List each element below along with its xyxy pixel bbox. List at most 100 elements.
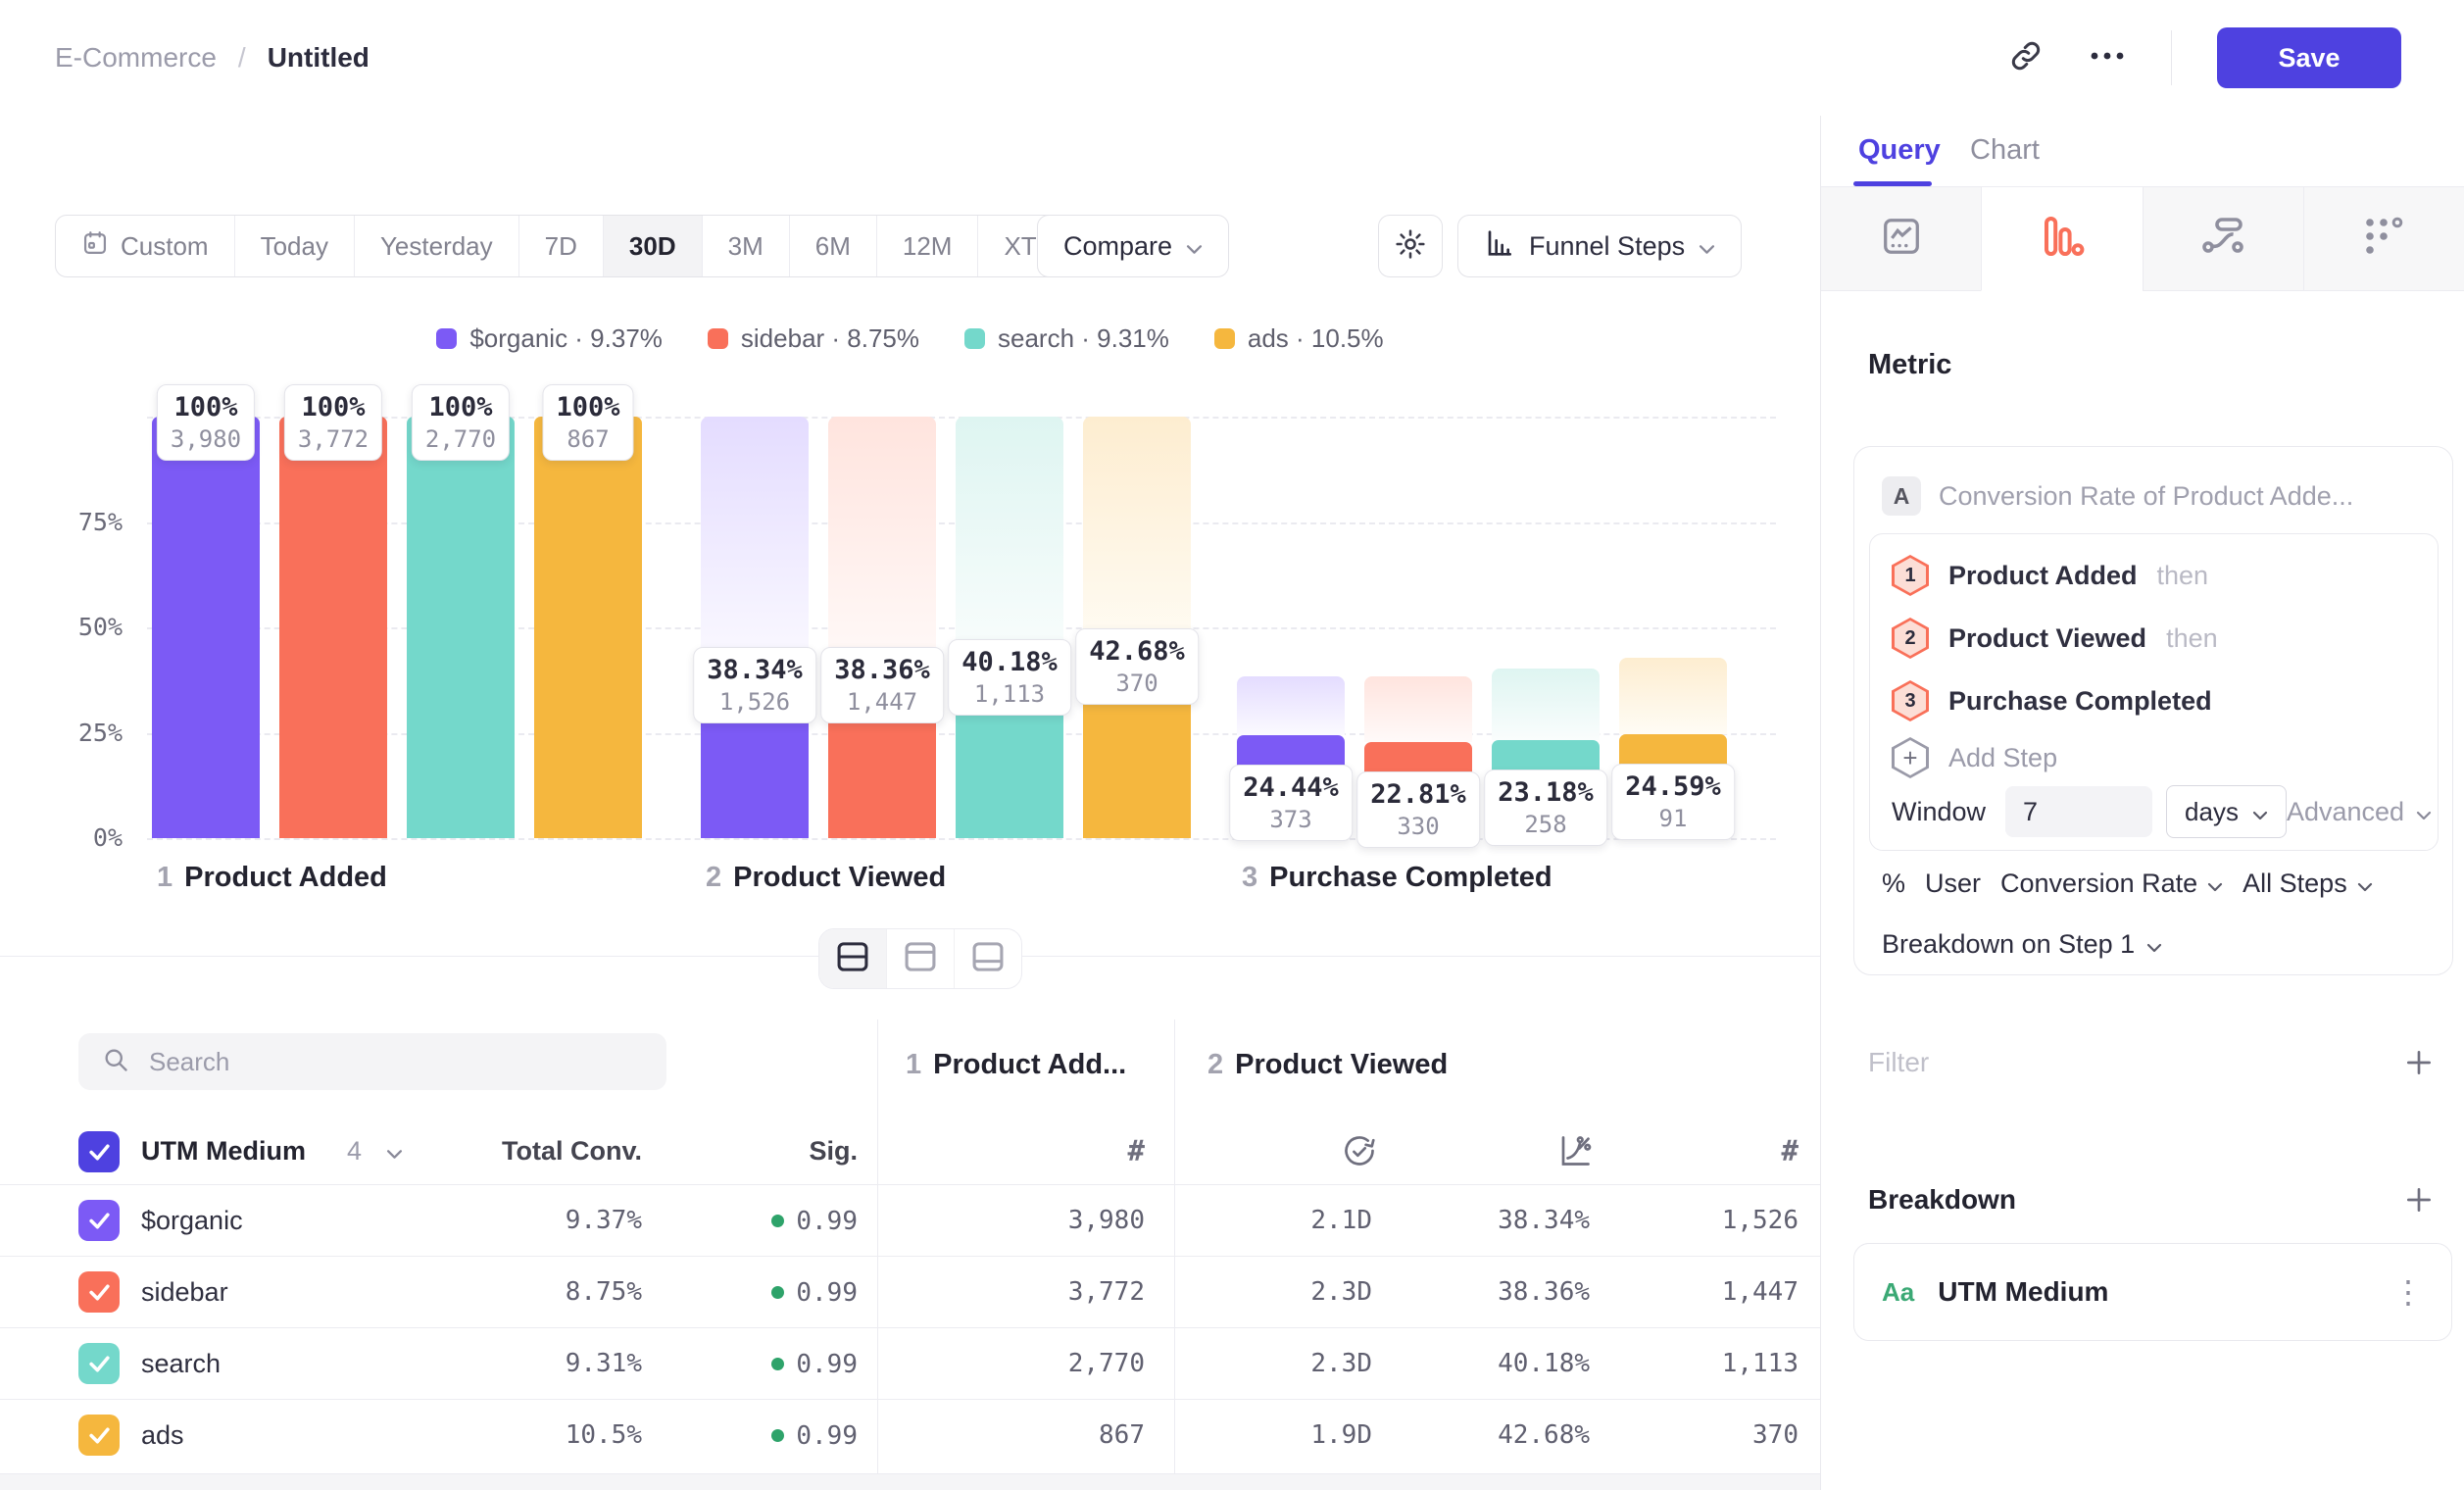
- funnel-bar-ads[interactable]: [534, 417, 642, 838]
- metric-heading: Metric: [1868, 349, 1951, 381]
- compare-button[interactable]: Compare: [1037, 215, 1229, 277]
- funnel-bar-sidebar[interactable]: [279, 417, 387, 838]
- advanced-toggle[interactable]: Advanced: [2287, 797, 2432, 827]
- report-tab-insights[interactable]: [1821, 187, 1981, 291]
- measure-entity[interactable]: User: [1925, 869, 1981, 899]
- window-unit-select[interactable]: days: [2166, 785, 2287, 838]
- row-checkbox[interactable]: [78, 1271, 120, 1313]
- settings-button[interactable]: [1378, 215, 1443, 277]
- date-range-3m[interactable]: 3M: [702, 216, 789, 276]
- breadcrumb-title[interactable]: Untitled: [268, 42, 370, 74]
- bar-percent: 100%: [171, 392, 241, 422]
- more-options-button[interactable]: [2089, 49, 2126, 67]
- table-row-organic[interactable]: $organic9.37%0.993,9802.1D38.34%1,526: [0, 1184, 1820, 1256]
- layout-split-button[interactable]: [819, 929, 886, 988]
- step-label: 3Purchase Completed: [1242, 862, 1552, 894]
- date-range-7d[interactable]: 7D: [518, 216, 603, 276]
- count-column-icon[interactable]: #: [1128, 1118, 1145, 1184]
- funnel-bar-organic[interactable]: [152, 417, 260, 838]
- table-row-search[interactable]: search9.31%0.992,7702.3D40.18%1,113: [0, 1327, 1820, 1399]
- row-significance: 0.99: [771, 1185, 858, 1257]
- bar-value-label: 100%867: [542, 384, 633, 461]
- copy-link-button[interactable]: [2008, 38, 2044, 78]
- step-then-label: then: [2166, 623, 2218, 654]
- legend-item-organic[interactable]: $organic · 9.37%: [436, 323, 663, 354]
- breadcrumb-project[interactable]: E-Commerce: [55, 42, 217, 74]
- chart-type-selector[interactable]: Funnel Steps: [1457, 215, 1742, 277]
- window-value-input[interactable]: [2005, 786, 2152, 837]
- layout-chart-only-button[interactable]: [886, 929, 954, 988]
- bar-count: 1,447: [834, 688, 930, 716]
- bar-percent: 100%: [425, 392, 496, 422]
- tab-query[interactable]: Query: [1858, 116, 1941, 184]
- row-cell: 2.3D: [1310, 1328, 1372, 1400]
- date-range-custom[interactable]: Custom: [56, 216, 234, 276]
- bar-value-label: 100%3,980: [157, 384, 255, 461]
- date-range-30d[interactable]: 30D: [603, 216, 702, 276]
- metric-title-row[interactable]: A Conversion Rate of Product Adde...: [1882, 476, 2353, 516]
- date-range-label: Custom: [121, 231, 209, 262]
- significance-header[interactable]: Sig.: [809, 1118, 858, 1184]
- search-input[interactable]: [147, 1046, 621, 1078]
- legend-item-sidebar[interactable]: sidebar · 8.75%: [708, 323, 919, 354]
- bar-count: 370: [1089, 670, 1185, 697]
- add-step-button[interactable]: + Add Step: [1870, 732, 2438, 783]
- date-range-12m[interactable]: 12M: [876, 216, 978, 276]
- funnel-bar-search[interactable]: [407, 417, 515, 838]
- breakdown-on-step-dropdown[interactable]: Breakdown on Step 1: [1882, 929, 2162, 960]
- step-label: 2Product Viewed: [706, 862, 946, 894]
- date-range-today[interactable]: Today: [234, 216, 354, 276]
- metric-step-3[interactable]: 3Purchase Completed: [1870, 670, 2438, 732]
- bar-value-label: 38.36%1,447: [820, 647, 944, 723]
- chevron-down-icon: [2416, 797, 2432, 827]
- table-row-sidebar[interactable]: sidebar8.75%0.993,7722.3D38.36%1,447: [0, 1256, 1820, 1327]
- row-checkbox[interactable]: [78, 1343, 120, 1384]
- metric-step-1[interactable]: 1Product Addedthen: [1870, 544, 2438, 607]
- bar-count: 1,526: [707, 688, 803, 716]
- date-range-yesterday[interactable]: Yesterday: [354, 216, 518, 276]
- total-conversion-header[interactable]: Total Conv.: [502, 1118, 642, 1184]
- add-breakdown-button[interactable]: [2403, 1184, 2435, 1216]
- save-button[interactable]: Save: [2217, 27, 2401, 88]
- step-event-name: Product Viewed: [1948, 623, 2146, 654]
- chevron-down-icon: [1699, 231, 1715, 262]
- metric-card: A Conversion Rate of Product Adde... 1Pr…: [1853, 446, 2453, 975]
- breakdown-item[interactable]: Aa UTM Medium ⋮: [1853, 1243, 2452, 1341]
- date-range-6m[interactable]: 6M: [789, 216, 876, 276]
- step-number: 2: [706, 862, 721, 894]
- bar-value-label: 23.18%258: [1484, 770, 1607, 846]
- measure-scope-dropdown[interactable]: All Steps: [2242, 869, 2373, 899]
- bar-count: 373: [1243, 806, 1339, 833]
- bar-percent: 100%: [556, 392, 619, 422]
- row-cell: 370: [1752, 1400, 1799, 1471]
- kebab-menu-icon[interactable]: ⋮: [2392, 1276, 2424, 1308]
- row-name: ads: [141, 1400, 184, 1471]
- legend-swatch: [708, 328, 728, 349]
- legend-item-ads[interactable]: ads · 10.5%: [1214, 323, 1384, 354]
- step-label: 1Product Added: [157, 862, 387, 894]
- legend-item-search[interactable]: search · 9.31%: [964, 323, 1169, 354]
- legend-label: search · 9.31%: [998, 323, 1169, 354]
- conversion-rate-column-icon[interactable]: [1557, 1118, 1593, 1184]
- chart-legend: $organic · 9.37% sidebar · 8.75% search · …: [0, 323, 1820, 354]
- table-scroll-track[interactable]: [0, 1473, 1820, 1490]
- significance-dot: [771, 1358, 784, 1370]
- select-all-checkbox[interactable]: [78, 1131, 120, 1172]
- bar-count: 1,113: [961, 680, 1058, 708]
- breakdown-property-name[interactable]: UTM Medium: [141, 1118, 306, 1184]
- row-checkbox[interactable]: [78, 1200, 120, 1241]
- count-column-icon[interactable]: #: [1782, 1118, 1799, 1184]
- y-axis-tick: 50%: [0, 613, 123, 641]
- time-to-convert-column-icon[interactable]: [1342, 1118, 1377, 1184]
- add-filter-button[interactable]: [2403, 1047, 2435, 1078]
- layout-table-only-button[interactable]: [954, 929, 1021, 988]
- chevron-down-icon[interactable]: [386, 1147, 403, 1165]
- table-search[interactable]: [78, 1033, 666, 1090]
- metric-step-2[interactable]: 2Product Viewedthen: [1870, 607, 2438, 670]
- add-step-hexagon-icon: +: [1892, 737, 1929, 778]
- table-row-ads[interactable]: ads10.5%0.998671.9D42.68%370: [0, 1399, 1820, 1470]
- chevron-down-icon: [2207, 869, 2223, 899]
- row-cell: 40.18%: [1498, 1328, 1590, 1400]
- measure-metric-dropdown[interactable]: Conversion Rate: [2000, 869, 2223, 899]
- row-checkbox[interactable]: [78, 1415, 120, 1456]
